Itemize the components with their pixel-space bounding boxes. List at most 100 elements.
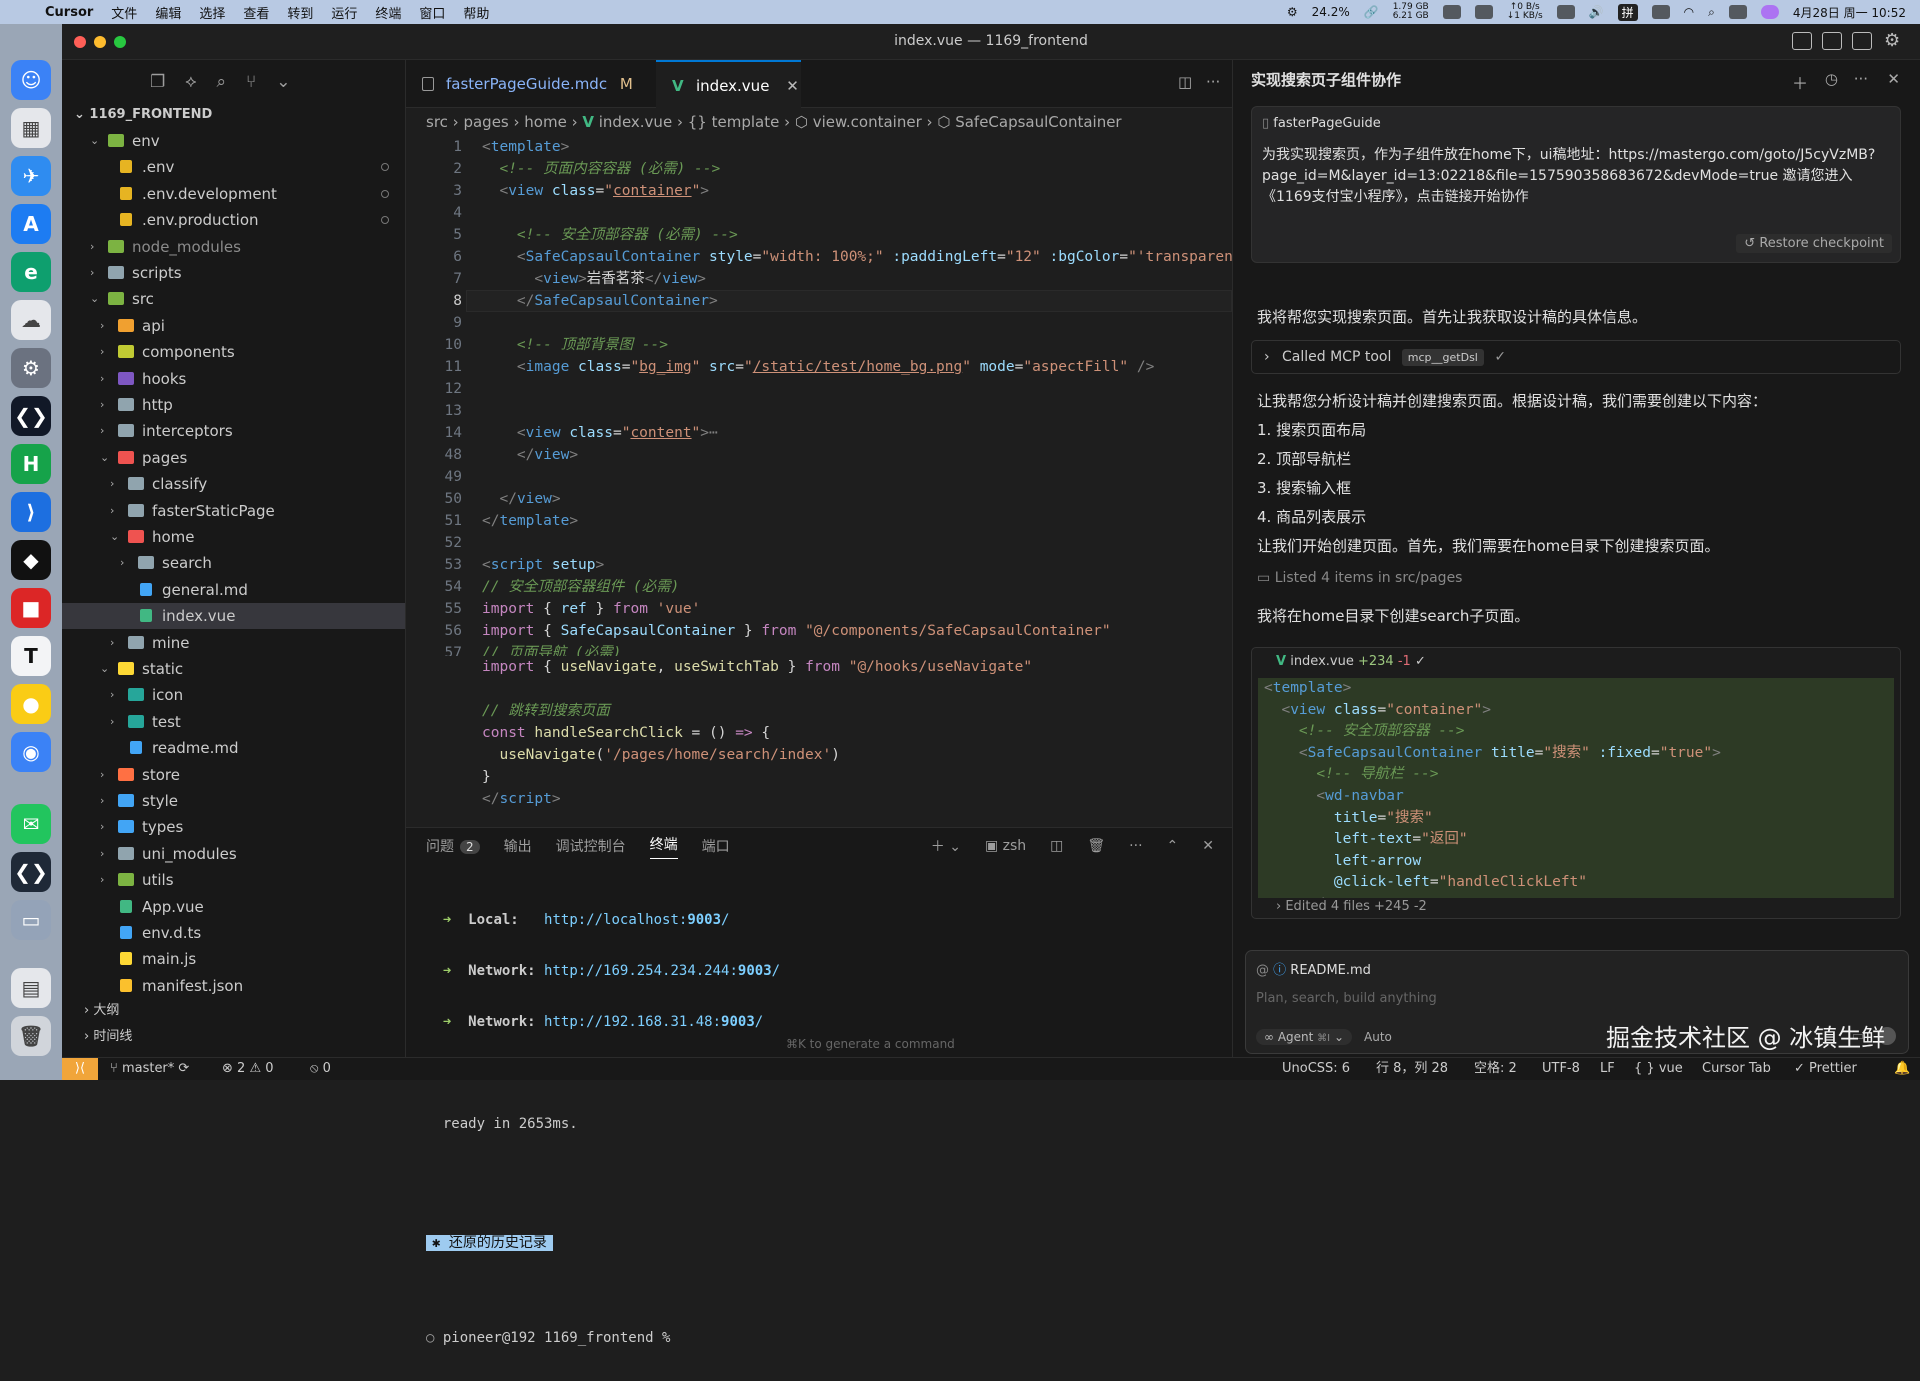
yellow-app-icon[interactable]: ●: [11, 684, 51, 724]
problems-indicator[interactable]: ⊗ 2 ⚠ 0: [222, 1058, 274, 1080]
cursor-position[interactable]: 行 8，列 28: [1376, 1058, 1448, 1080]
trash-icon[interactable]: 🗑: [11, 1016, 51, 1056]
code-editor[interactable]: 1234567891011121314484950515253545556575…: [406, 136, 1232, 656]
tree-item[interactable]: ⌄ src: [62, 286, 405, 312]
tab-index-vue[interactable]: V index.vue ✕: [656, 60, 801, 108]
preview-icon[interactable]: ▭: [11, 900, 51, 940]
tab-faster-page-guide[interactable]: fasterPageGuide.mdc M: [406, 60, 656, 108]
edited-files-summary[interactable]: › Edited 4 files +245 -2: [1276, 899, 1427, 914]
breadcrumb-item[interactable]: index.vue: [599, 113, 672, 131]
tab-output[interactable]: 输出: [504, 836, 532, 856]
tree-item[interactable]: › icon: [62, 682, 405, 708]
encoding[interactable]: UTF-8: [1542, 1058, 1580, 1080]
agent-mode-dropdown[interactable]: ∞ Agent ⌘I ⌄: [1256, 1029, 1353, 1045]
tree-item[interactable]: ⌄ pages: [62, 445, 405, 471]
workspace-root[interactable]: ⌄ 1169_FRONTEND: [62, 104, 405, 126]
cursor-app-icon[interactable]: ◆: [11, 540, 51, 580]
hbuilder-icon[interactable]: H: [11, 444, 51, 484]
menu-window[interactable]: 窗口: [410, 3, 454, 22]
new-chat-icon[interactable]: ＋: [1792, 70, 1808, 94]
attached-file-chip[interactable]: @ ⓘ README.md: [1256, 959, 1371, 978]
toggle-secondary-sidebar-icon[interactable]: [1852, 32, 1872, 50]
git-branch[interactable]: ⑂ master* ⟳: [110, 1058, 189, 1080]
mcp-tool-call[interactable]: › Called MCP tool mcp__getDsl ✓: [1251, 340, 1901, 374]
tray-app-icon[interactable]: [1474, 5, 1493, 19]
cursor-dock-icon[interactable]: ❮❯: [11, 396, 51, 436]
extensions-icon[interactable]: ⟡: [185, 72, 196, 92]
timeline-section[interactable]: › 时间线: [62, 1024, 405, 1050]
menu-edit[interactable]: 编辑: [146, 3, 190, 22]
search-icon[interactable]: ⌕: [217, 72, 227, 92]
breadcrumb-item[interactable]: SafeCapsaulContainer: [955, 113, 1121, 131]
finder-icon[interactable]: ☺: [11, 60, 51, 100]
tree-item[interactable]: general.md: [62, 577, 405, 603]
tree-item[interactable]: › mine: [62, 630, 405, 656]
breadcrumb-item[interactable]: home: [524, 113, 567, 131]
tree-item[interactable]: .env.production: [62, 207, 405, 233]
menu-app-name[interactable]: Cursor: [36, 5, 102, 20]
explorer-files-icon[interactable]: ❐: [150, 72, 165, 92]
toggle-panel-icon[interactable]: [1822, 32, 1842, 50]
more-actions-icon[interactable]: ···: [1854, 70, 1868, 88]
wechat-tray-icon[interactable]: [1442, 5, 1461, 19]
split-editor-icon[interactable]: ◫: [1178, 73, 1192, 91]
spotlight-icon[interactable]: ⌕: [1708, 5, 1715, 20]
tree-item[interactable]: ⌄ static: [62, 656, 405, 682]
ports-indicator[interactable]: ⦸ 0: [310, 1058, 331, 1080]
tab-terminal[interactable]: 终端: [649, 834, 678, 859]
model-selector[interactable]: Auto: [1364, 1030, 1392, 1044]
tree-item[interactable]: main.js: [62, 946, 405, 972]
input-method-icon[interactable]: 拼: [1617, 3, 1638, 21]
menu-select[interactable]: 选择: [190, 3, 234, 22]
code-diff-block[interactable]: V index.vue +234 -1 ✓ <template> <view c…: [1251, 647, 1901, 919]
cursor-tab-indicator[interactable]: Cursor Tab: [1702, 1058, 1771, 1080]
user-message[interactable]: ▯ fasterPageGuide 为我实现搜索页，作为子组件放在home下，u…: [1251, 106, 1901, 263]
chat-app-icon[interactable]: ☁: [11, 300, 51, 340]
tree-item[interactable]: › uni_modules: [62, 841, 405, 867]
siri-icon[interactable]: [1760, 5, 1779, 19]
tree-item[interactable]: manifest.json: [62, 973, 405, 999]
control-center-icon[interactable]: [1728, 5, 1747, 19]
tree-item[interactable]: › interceptors: [62, 418, 405, 444]
qq-icon[interactable]: ◉: [11, 732, 51, 772]
menu-help[interactable]: 帮助: [454, 3, 498, 22]
tree-item[interactable]: › components: [62, 339, 405, 365]
settings-gear-icon[interactable]: ⚙: [1884, 30, 1900, 51]
split-terminal-icon[interactable]: ◫: [1050, 838, 1063, 854]
restore-checkpoint-button[interactable]: ↺ Restore checkpoint: [1736, 234, 1892, 253]
app-store-icon[interactable]: A: [11, 204, 51, 244]
breadcrumb-item[interactable]: pages: [463, 113, 508, 131]
terminal-shell-label[interactable]: ▣ zsh: [985, 838, 1026, 854]
diff-header[interactable]: V index.vue +234 -1 ✓: [1252, 648, 1900, 676]
breadcrumb-item[interactable]: src: [426, 113, 448, 131]
end-of-line[interactable]: LF: [1600, 1058, 1615, 1080]
tree-item[interactable]: › http: [62, 392, 405, 418]
language-mode[interactable]: { } vue: [1634, 1058, 1683, 1080]
tree-item[interactable]: .env.development: [62, 181, 405, 207]
tree-item[interactable]: ⌄ home: [62, 524, 405, 550]
indentation[interactable]: 空格: 2: [1474, 1058, 1517, 1080]
tree-item[interactable]: › store: [62, 762, 405, 788]
red-app-icon[interactable]: ■: [11, 588, 51, 628]
remote-indicator-icon[interactable]: ⟩⟨: [62, 1058, 98, 1080]
source-control-icon[interactable]: ⑂: [246, 72, 256, 92]
system-settings-icon[interactable]: ⚙: [11, 348, 51, 388]
launchpad-icon[interactable]: ▦: [11, 108, 51, 148]
outline-section[interactable]: › 大纲: [62, 998, 405, 1024]
clock[interactable]: 4月28日 周一 10:52: [1793, 4, 1906, 21]
tab-ports[interactable]: 端口: [702, 836, 730, 856]
menu-goto[interactable]: 转到: [278, 3, 322, 22]
tree-item[interactable]: › utils: [62, 867, 405, 893]
menu-terminal[interactable]: 终端: [366, 3, 410, 22]
menu-file[interactable]: 文件: [102, 3, 146, 22]
close-tab-icon[interactable]: ✕: [786, 77, 799, 95]
tree-item[interactable]: › hooks: [62, 366, 405, 392]
context-chip[interactable]: ▯ fasterPageGuide: [1262, 116, 1381, 131]
tree-item[interactable]: App.vue: [62, 894, 405, 920]
notifications-bell-icon[interactable]: 🔔: [1894, 1058, 1910, 1080]
unocss-indicator[interactable]: UnoCSS: 6: [1282, 1058, 1350, 1080]
tree-item[interactable]: › node_modules: [62, 234, 405, 260]
battery-icon[interactable]: [1651, 5, 1670, 19]
tree-item[interactable]: readme.md: [62, 735, 405, 761]
tab-debug-console[interactable]: 调试控制台: [556, 836, 626, 856]
